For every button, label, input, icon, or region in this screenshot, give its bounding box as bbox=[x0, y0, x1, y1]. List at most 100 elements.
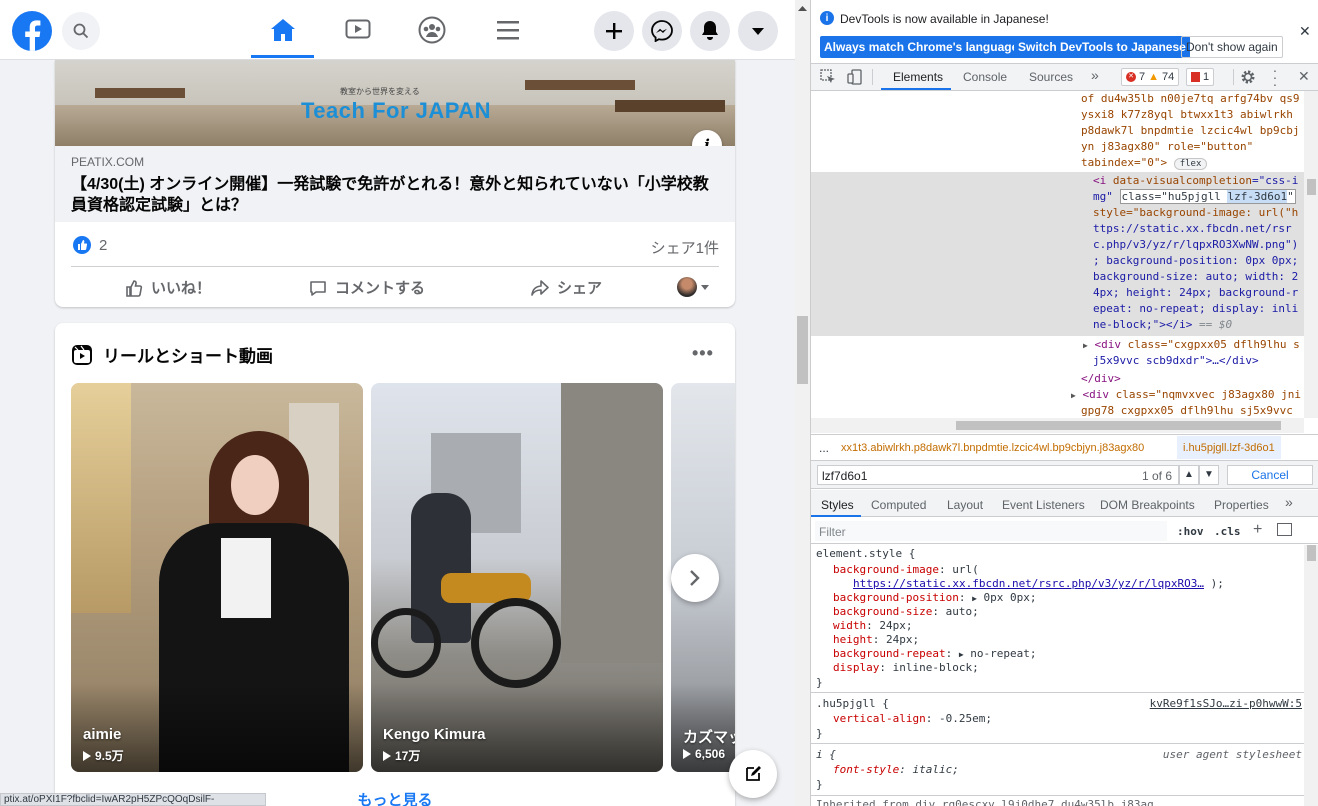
facebook-logo[interactable] bbox=[12, 11, 52, 51]
css-declaration[interactable]: width: 24px; bbox=[833, 619, 913, 633]
device-toggle-icon[interactable] bbox=[847, 69, 863, 85]
issues-badge[interactable]: 1 bbox=[1186, 68, 1215, 86]
css-declaration[interactable]: font-style: italic; bbox=[833, 763, 959, 777]
close-icon[interactable]: ✕ bbox=[1299, 23, 1311, 40]
search-prev-button[interactable]: ▲ bbox=[1179, 465, 1199, 485]
nav-watch-tab[interactable] bbox=[326, 4, 389, 56]
account-button[interactable] bbox=[738, 11, 778, 51]
search-next-button[interactable]: ▼ bbox=[1199, 465, 1219, 485]
dom-line[interactable]: c.php/v3/yz/r/lqpxRO3XwNW.png") bbox=[1093, 238, 1298, 251]
reels-next-button[interactable] bbox=[671, 554, 719, 602]
scroll-up-arrow[interactable] bbox=[798, 5, 807, 11]
expand-triangle-icon[interactable]: ▶ bbox=[972, 594, 977, 603]
inspect-icon[interactable] bbox=[820, 69, 836, 85]
page-scrollbar[interactable] bbox=[795, 0, 810, 806]
tree-vscrollbar[interactable] bbox=[1304, 91, 1318, 418]
dom-line[interactable]: p8dawk7l bnpdmtie lzcic4wl bp9cbj bbox=[1081, 124, 1300, 137]
css-declaration[interactable]: vertical-align: -0.25em; bbox=[833, 712, 992, 726]
dom-line[interactable]: ysxi8 k77z8yql btwxx1t3 abiwlrkh bbox=[1081, 108, 1293, 121]
dom-line[interactable]: gpg78 cxgpxx05 dflh9lhu sj5x9vvc bbox=[1081, 404, 1293, 417]
class-edit-box[interactable]: class="hu5pjgll lzf-3d6o1" bbox=[1119, 189, 1296, 204]
kebab-menu-icon[interactable]: · · · bbox=[1272, 63, 1278, 91]
tab-sources[interactable]: Sources bbox=[1029, 70, 1073, 84]
dom-line[interactable]: background-size: auto; width: 2 bbox=[1093, 270, 1298, 283]
dom-line[interactable]: </div> bbox=[1081, 372, 1121, 385]
reels-more-button[interactable]: ••• bbox=[692, 343, 714, 364]
switch-japanese-button[interactable]: Switch DevTools to Japanese bbox=[1014, 36, 1190, 58]
css-declaration[interactable]: background-size: auto; bbox=[833, 605, 979, 619]
breadcrumb-item[interactable]: xx1t3.abiwlrkh.p8dawk7l.bnpdmtie.lzcic4w… bbox=[841, 442, 1144, 454]
inherited-from-label[interactable]: Inherited from div.rq0escxv.l9j0dhe7.du4… bbox=[816, 798, 1174, 806]
tab-properties[interactable]: Properties bbox=[1214, 498, 1269, 512]
dom-line[interactable]: 4px; height: 24px; background-r bbox=[1093, 286, 1298, 299]
cls-toggle[interactable]: .cls bbox=[1214, 525, 1241, 538]
dom-line[interactable]: epeat: no-repeat; display: inli bbox=[1093, 302, 1298, 315]
messenger-button[interactable] bbox=[642, 11, 682, 51]
css-declaration[interactable]: background-image: url( bbox=[833, 563, 979, 577]
reel-item[interactable]: Kengo Kimura 17万 bbox=[371, 383, 663, 772]
audience-selector[interactable] bbox=[677, 277, 710, 297]
search-button[interactable] bbox=[62, 12, 100, 50]
gear-icon[interactable] bbox=[1240, 69, 1256, 85]
rule-selector[interactable]: .hu5pjgll { bbox=[816, 697, 889, 711]
share-count[interactable]: シェア1件 bbox=[651, 237, 719, 258]
css-declaration[interactable]: background-repeat: ▶ no-repeat; bbox=[833, 647, 1037, 662]
flex-badge[interactable]: flex bbox=[1173, 158, 1208, 170]
css-declaration[interactable]: height: 24px; bbox=[833, 633, 919, 647]
dom-line[interactable]: j5x9vvc scb9dxdr">…</div> bbox=[1093, 354, 1259, 367]
rule-source-link[interactable]: kvRe9f1sSJo…zi-p0hwwW:5 bbox=[1150, 697, 1302, 711]
styles-vscrollbar[interactable] bbox=[1304, 545, 1318, 806]
create-button[interactable] bbox=[594, 11, 634, 51]
css-declaration[interactable]: display: inline-block; bbox=[833, 661, 979, 675]
dom-line[interactable]: ttps://static.xx.fbcdn.net/rsr bbox=[1093, 222, 1292, 235]
breadcrumb-item-selected[interactable]: i.hu5pjgll.lzf-3d6o1 bbox=[1177, 436, 1281, 459]
close-devtools-icon[interactable]: ✕ bbox=[1298, 68, 1310, 85]
match-language-button[interactable]: Always match Chrome's language bbox=[820, 36, 1023, 58]
css-declaration[interactable]: background-position: ▶ 0px 0px; bbox=[833, 591, 1037, 606]
like-button[interactable]: いいね！ bbox=[125, 277, 211, 298]
expand-triangle-icon[interactable]: ▶ bbox=[1083, 341, 1088, 350]
styles-vscrollbar-thumb[interactable] bbox=[1307, 545, 1316, 561]
tree-vscrollbar-thumb[interactable] bbox=[1307, 179, 1316, 195]
nav-home-tab[interactable] bbox=[251, 4, 314, 56]
link-meta[interactable]: PEATIX.COM 【4/30(土) オンライン開催】一発試験で免許がとれる！… bbox=[55, 146, 735, 222]
tab-styles[interactable]: Styles bbox=[821, 498, 854, 512]
more-tabs-button[interactable]: » bbox=[1091, 67, 1099, 83]
hov-toggle[interactable]: :hov bbox=[1177, 525, 1204, 538]
css-url-link[interactable]: https://static.xx.fbcdn.net/rsrc.php/v3/… bbox=[853, 577, 1204, 590]
dom-line[interactable]: tabindex="0"> flex bbox=[1081, 156, 1208, 170]
dom-line[interactable]: style="background-image: url("h bbox=[1093, 206, 1298, 219]
share-button[interactable]: シェア bbox=[531, 277, 602, 298]
link-preview-image[interactable]: 教室から世界を変える Teach For JAPAN bbox=[55, 60, 735, 146]
tab-computed[interactable]: Computed bbox=[871, 498, 926, 512]
tab-elements[interactable]: Elements bbox=[893, 70, 943, 84]
dom-search-input[interactable]: lzf7d6o1 1 of 6 bbox=[817, 465, 1179, 485]
new-message-button[interactable] bbox=[729, 750, 777, 798]
tab-dom-breakpoints[interactable]: DOM Breakpoints bbox=[1100, 498, 1195, 512]
tab-console[interactable]: Console bbox=[963, 70, 1007, 84]
tree-hscrollbar[interactable] bbox=[811, 418, 1304, 433]
tab-event-listeners[interactable]: Event Listeners bbox=[1002, 498, 1085, 512]
dom-line[interactable]: ne-block;"></i> == $0 bbox=[1093, 318, 1232, 331]
reaction-summary[interactable]: 2 bbox=[73, 236, 107, 254]
dom-line[interactable]: of du4w35lb n00je7tq arfg74bv qs9 bbox=[1081, 92, 1300, 105]
comment-button[interactable]: コメントする bbox=[309, 277, 425, 298]
more-tabs-button[interactable]: » bbox=[1285, 494, 1293, 510]
dom-line[interactable]: <i data-visualcompletion="css-i bbox=[1093, 174, 1298, 187]
breadcrumb-overflow[interactable]: ... bbox=[819, 441, 829, 455]
notifications-button[interactable] bbox=[690, 11, 730, 51]
dom-line[interactable]: mg" class="hu5pjgll lzf-3d6o1" bbox=[1093, 189, 1296, 204]
expand-triangle-icon[interactable]: ▶ bbox=[959, 650, 964, 659]
dont-show-button[interactable]: Don't show again bbox=[1181, 36, 1283, 58]
dom-line[interactable]: yn j83agx80" role="button" bbox=[1081, 140, 1253, 153]
rule-selector[interactable]: i { bbox=[816, 748, 836, 762]
tab-layout[interactable]: Layout bbox=[947, 498, 983, 512]
nav-groups-tab[interactable] bbox=[400, 4, 463, 56]
new-rule-icon[interactable]: + bbox=[1253, 521, 1262, 539]
toggle-sidebar-icon[interactable] bbox=[1277, 523, 1292, 536]
dom-line[interactable]: ▶ <div class="nqmvxvec j83agx80 jni bbox=[1071, 388, 1301, 401]
reel-item[interactable]: aimie 9.5万 bbox=[71, 383, 363, 772]
rule-selector[interactable]: element.style { bbox=[816, 547, 915, 561]
page-scrollbar-thumb[interactable] bbox=[797, 316, 808, 384]
nav-menu-tab[interactable] bbox=[476, 4, 539, 56]
